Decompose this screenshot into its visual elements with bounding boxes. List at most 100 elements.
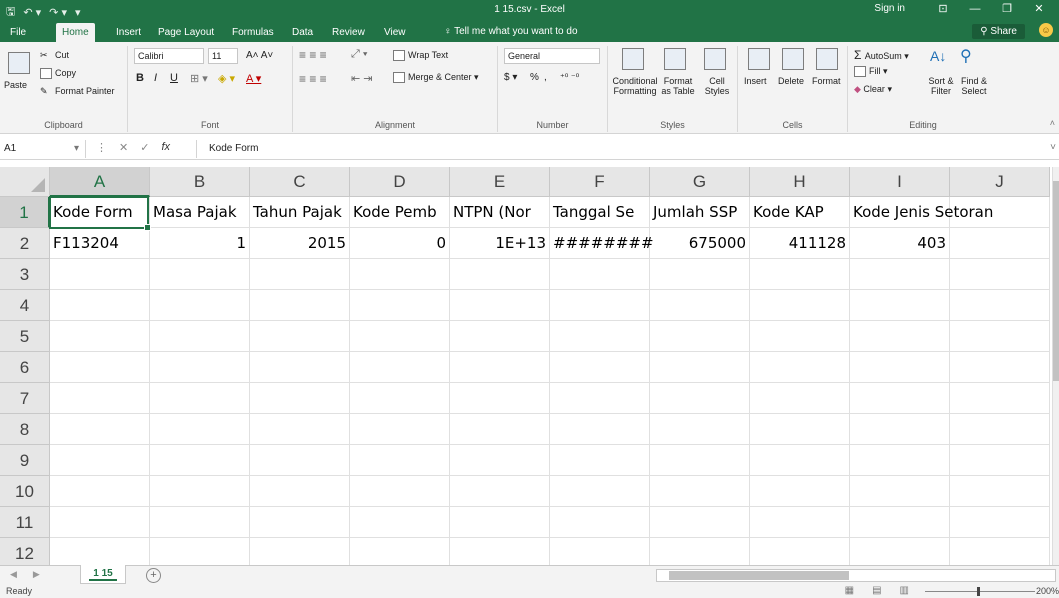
row-header-9[interactable]: 9 xyxy=(0,445,50,476)
cell-e8[interactable] xyxy=(450,414,550,445)
cell-f2[interactable]: ######## xyxy=(550,228,654,259)
cell-b9[interactable] xyxy=(150,445,250,476)
cell-g5[interactable] xyxy=(650,321,750,352)
cell-b8[interactable] xyxy=(150,414,250,445)
font-color-icon[interactable]: A ▾ xyxy=(246,72,261,85)
cell-b4[interactable] xyxy=(150,290,250,321)
cell-b1[interactable]: Masa Pajak xyxy=(150,197,250,228)
formula-input[interactable]: Kode Form xyxy=(196,140,1045,158)
cell-a3[interactable] xyxy=(50,259,150,290)
cell-styles-icon[interactable] xyxy=(704,48,726,70)
vertical-scrollbar[interactable] xyxy=(1052,167,1059,565)
font-size-dropdown[interactable]: 11 xyxy=(208,48,238,64)
cell-g11[interactable] xyxy=(650,507,750,538)
cell-i7[interactable] xyxy=(850,383,950,414)
cell-a12[interactable] xyxy=(50,538,150,565)
sign-in-link[interactable]: Sign in xyxy=(874,3,905,14)
cell-d6[interactable] xyxy=(350,352,450,383)
page-layout-view-icon[interactable]: ▤ xyxy=(872,585,881,596)
find-icon[interactable]: ⚲ xyxy=(960,46,972,66)
wrap-text-button[interactable]: Wrap Text xyxy=(393,50,448,62)
cell-f6[interactable] xyxy=(550,352,650,383)
cell-e6[interactable] xyxy=(450,352,550,383)
row-header-10[interactable]: 10 xyxy=(0,476,50,507)
cell-d5[interactable] xyxy=(350,321,450,352)
cell-i8[interactable] xyxy=(850,414,950,445)
cell-i6[interactable] xyxy=(850,352,950,383)
cell-c2[interactable]: 2015 xyxy=(250,228,350,259)
prev-sheet-icon[interactable]: ◀ xyxy=(10,569,17,580)
sort-filter-button[interactable]: Sort & Filter xyxy=(924,76,958,96)
cell-f5[interactable] xyxy=(550,321,650,352)
font-grow-shrink-icon[interactable]: A˄ A˅ xyxy=(246,50,273,61)
cell-i11[interactable] xyxy=(850,507,950,538)
cell-j9[interactable] xyxy=(950,445,1050,476)
tab-home[interactable]: Home xyxy=(56,23,95,42)
cell-g9[interactable] xyxy=(650,445,750,476)
cell-j8[interactable] xyxy=(950,414,1050,445)
cell-g3[interactable] xyxy=(650,259,750,290)
cell-d11[interactable] xyxy=(350,507,450,538)
percent-button[interactable]: % xyxy=(530,72,539,83)
vertical-align-icons[interactable]: ≡ ≡ ≡ xyxy=(299,48,327,62)
cell-f9[interactable] xyxy=(550,445,650,476)
column-header-i[interactable]: I xyxy=(850,167,950,197)
cell-c1[interactable]: Tahun Pajak xyxy=(250,197,350,228)
tab-view[interactable]: View xyxy=(378,23,412,42)
cell-j10[interactable] xyxy=(950,476,1050,507)
format-cells-icon[interactable] xyxy=(816,48,838,70)
cell-c9[interactable] xyxy=(250,445,350,476)
tab-formulas[interactable]: Formulas xyxy=(226,23,280,42)
tab-file[interactable]: File xyxy=(4,23,32,42)
add-sheet-button[interactable]: + xyxy=(146,568,161,583)
row-header-1[interactable]: 1 xyxy=(0,197,50,228)
cell-b2[interactable]: 1 xyxy=(150,228,250,259)
feedback-smiley-icon[interactable]: ☺ xyxy=(1039,23,1053,37)
cell-e2[interactable]: 1E+13 xyxy=(450,228,550,259)
cell-a6[interactable] xyxy=(50,352,150,383)
cell-d4[interactable] xyxy=(350,290,450,321)
cell-h1[interactable]: Kode KAP xyxy=(750,197,850,228)
worksheet-grid[interactable]: A B C D E F G H I J 1 Kode Form Masa Pajak Tahun Paja… xyxy=(0,167,1052,565)
cell-h12[interactable] xyxy=(750,538,850,565)
enter-icon[interactable]: ✓ xyxy=(140,141,149,154)
column-header-f[interactable]: F xyxy=(550,167,650,197)
cell-f8[interactable] xyxy=(550,414,650,445)
cell-e1[interactable]: NTPN (Nor xyxy=(450,197,550,228)
tab-insert[interactable]: Insert xyxy=(110,23,147,42)
conditional-formatting-icon[interactable] xyxy=(622,48,644,70)
cell-g4[interactable] xyxy=(650,290,750,321)
cell-e3[interactable] xyxy=(450,259,550,290)
cell-j11[interactable] xyxy=(950,507,1050,538)
row-header-5[interactable]: 5 xyxy=(0,321,50,352)
share-button[interactable]: ⚲ Share xyxy=(972,24,1025,39)
cell-h6[interactable] xyxy=(750,352,850,383)
cell-d8[interactable] xyxy=(350,414,450,445)
collapse-ribbon-icon[interactable]: ˄ xyxy=(1050,118,1055,128)
sheet-tab-1-15[interactable]: 1 15 xyxy=(80,565,126,584)
cell-g12[interactable] xyxy=(650,538,750,565)
column-header-d[interactable]: D xyxy=(350,167,450,197)
cell-a2[interactable]: F113204 xyxy=(50,228,150,259)
cell-g2[interactable]: 675000 xyxy=(650,228,750,259)
cell-d10[interactable] xyxy=(350,476,450,507)
cell-h10[interactable] xyxy=(750,476,850,507)
expand-formula-bar-icon[interactable]: ˅ xyxy=(1050,142,1056,153)
borders-icon[interactable]: ⊞ ▾ xyxy=(190,72,208,85)
cell-a8[interactable] xyxy=(50,414,150,445)
orientation-icon[interactable]: ⤢ ▾ xyxy=(351,48,367,61)
copy-button[interactable]: Copy xyxy=(40,68,76,80)
cell-j3[interactable] xyxy=(950,259,1050,290)
cell-c4[interactable] xyxy=(250,290,350,321)
cell-d9[interactable] xyxy=(350,445,450,476)
paste-button[interactable]: Paste xyxy=(4,80,27,90)
format-button[interactable]: Format xyxy=(812,76,841,86)
page-break-view-icon[interactable]: ▥ xyxy=(900,585,909,596)
zoom-level[interactable]: 200% xyxy=(1036,586,1059,596)
row-header-6[interactable]: 6 xyxy=(0,352,50,383)
column-header-g[interactable]: G xyxy=(650,167,750,197)
merge-center-button[interactable]: Merge & Center ▾ xyxy=(393,72,479,84)
cell-j6[interactable] xyxy=(950,352,1050,383)
cell-h3[interactable] xyxy=(750,259,850,290)
name-box[interactable]: A1 ▾ xyxy=(0,140,86,158)
